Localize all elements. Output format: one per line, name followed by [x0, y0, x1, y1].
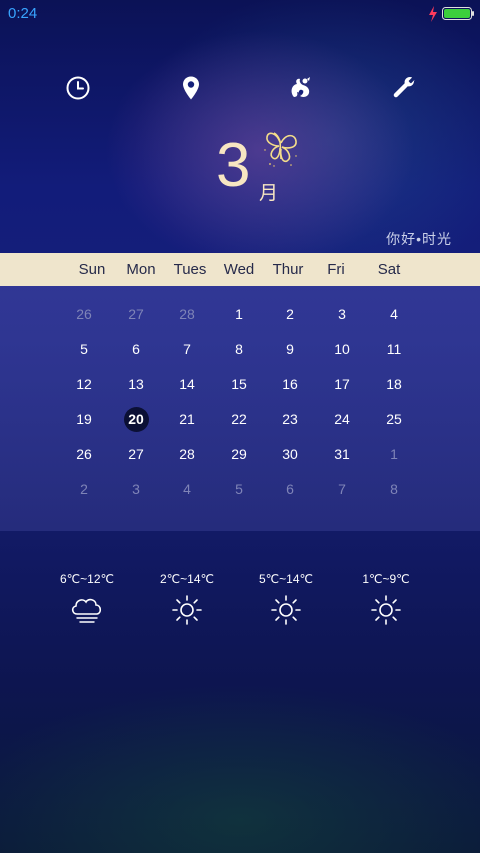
calendar-day[interactable]: 3: [118, 471, 154, 507]
status-clock: 0:24: [8, 5, 38, 22]
forecast-temperature: 6℃~12℃: [60, 572, 114, 586]
calendar-day[interactable]: 17: [324, 366, 360, 402]
weekday-header: Sun Mon Tues Wed Thur Fri Sat: [0, 253, 480, 286]
calendar-day[interactable]: 4: [376, 296, 412, 332]
calendar-day[interactable]: 6: [272, 471, 308, 507]
calendar-day[interactable]: 8: [221, 331, 257, 367]
charging-bolt-icon: [429, 6, 437, 22]
location-button[interactable]: [173, 70, 209, 106]
calendar-day[interactable]: 9: [272, 331, 308, 367]
calendar-day[interactable]: 28: [169, 436, 205, 472]
browser-button[interactable]: [283, 70, 319, 106]
status-bar: 0:24: [0, 0, 480, 28]
squirrel-browser-icon: [291, 77, 310, 97]
calendar-day[interactable]: 5: [221, 471, 257, 507]
month-suffix: 月: [259, 183, 279, 204]
calendar-day[interactable]: 12: [66, 366, 102, 402]
calendar-day[interactable]: 4: [169, 471, 205, 507]
weekday-sat: Sat: [377, 261, 401, 278]
calendar-day[interactable]: 15: [221, 366, 257, 402]
calendar-day[interactable]: 27: [118, 436, 154, 472]
wrench-icon: [393, 77, 415, 98]
forecast-day[interactable]: 2℃~14℃: [147, 572, 227, 642]
calendar-day[interactable]: 11: [376, 331, 412, 367]
calendar-day[interactable]: 24: [324, 401, 360, 437]
calendar-day[interactable]: 13: [118, 366, 154, 402]
calendar-day[interactable]: 22: [221, 401, 257, 437]
month-number: 3: [216, 131, 251, 200]
greeting-text: 你好•时光: [386, 231, 452, 247]
calendar-day[interactable]: 18: [376, 366, 412, 402]
calendar-day[interactable]: 10: [324, 331, 360, 367]
top-toolbar: [0, 70, 480, 106]
forecast-temperature: 5℃~14℃: [259, 572, 313, 586]
calendar-day[interactable]: 3: [324, 296, 360, 332]
calendar-day[interactable]: 7: [169, 331, 205, 367]
calendar-day[interactable]: 7: [324, 471, 360, 507]
forecast-day[interactable]: 5℃~14℃: [246, 572, 326, 642]
weekday-fri: Fri: [327, 261, 345, 278]
calendar-day[interactable]: 27: [118, 296, 154, 332]
sun-icon: [271, 595, 301, 625]
calendar-day[interactable]: 28: [169, 296, 205, 332]
calendar-day[interactable]: 21: [169, 401, 205, 437]
calendar-day[interactable]: 26: [66, 296, 102, 332]
forecast-temperature: 1℃~9℃: [362, 572, 410, 586]
calendar-day[interactable]: 16: [272, 366, 308, 402]
calendar-day[interactable]: 19: [66, 401, 102, 437]
calendar-day[interactable]: 23: [272, 401, 308, 437]
calendar-day-today[interactable]: 20: [118, 401, 154, 437]
calendar-day[interactable]: 25: [376, 401, 412, 437]
clock-button[interactable]: [60, 70, 96, 106]
cloud-fog-icon: [71, 598, 102, 623]
sun-icon: [371, 595, 401, 625]
sun-icon: [172, 595, 202, 625]
calendar-day[interactable]: 5: [66, 331, 102, 367]
calendar-day[interactable]: 29: [221, 436, 257, 472]
calendar-day[interactable]: 2: [272, 296, 308, 332]
forecast-day[interactable]: 6℃~12℃: [47, 572, 127, 642]
calendar-day[interactable]: 6: [118, 331, 154, 367]
calendar-day[interactable]: 30: [272, 436, 308, 472]
battery-full-icon: [442, 7, 474, 20]
today-marker: 20: [123, 407, 149, 432]
calendar-day[interactable]: 1: [221, 296, 257, 332]
calendar-grid: 26 27 28 1 2 3 4 5 6 7 8 9 10 11 12 13 1…: [0, 286, 480, 531]
calendar-day[interactable]: 2: [66, 471, 102, 507]
clock-icon: [66, 76, 90, 100]
calendar-day[interactable]: 8: [376, 471, 412, 507]
butterfly-icon: [264, 132, 297, 167]
calendar-day[interactable]: 14: [169, 366, 205, 402]
settings-button[interactable]: [386, 70, 422, 106]
calendar-day[interactable]: 31: [324, 436, 360, 472]
calendar-day[interactable]: 1: [376, 436, 412, 472]
calendar-day[interactable]: 26: [66, 436, 102, 472]
forecast-temperature: 2℃~14℃: [160, 572, 214, 586]
location-pin-icon: [183, 76, 199, 100]
forecast-day[interactable]: 1℃~9℃: [346, 572, 426, 642]
